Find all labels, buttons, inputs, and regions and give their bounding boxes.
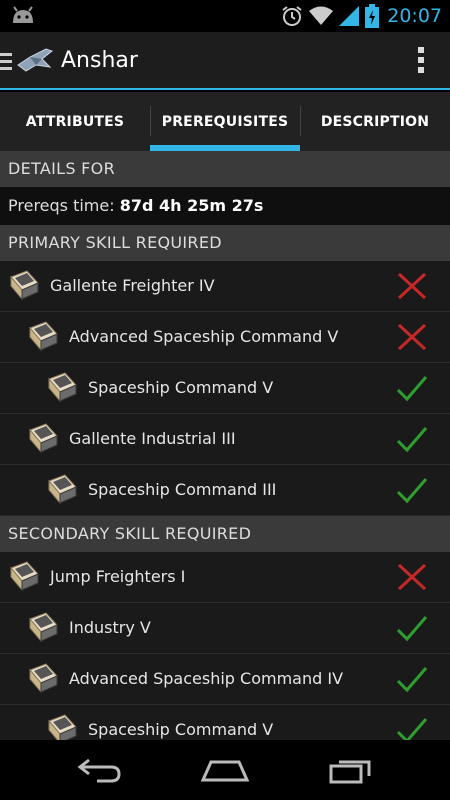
skill-row[interactable]: Advanced Spaceship Command V [0,312,450,363]
skill-name: Gallente Industrial III [69,429,236,448]
skill-row[interactable]: Spaceship Command V [0,363,450,414]
skill-row[interactable]: Industry V [0,603,450,654]
skill-name: Jump Freighters I [50,567,186,586]
wifi-icon [309,6,334,25]
skill-row[interactable]: Advanced Spaceship Command IV [0,654,450,705]
prereqs-time-label: Prereqs time: [8,196,115,215]
skill-name: Industry V [69,618,151,637]
secondary-skill-list: Jump Freighters I Industry V Advanced Spac… [0,552,450,740]
skill-book-icon [46,713,78,740]
overflow-menu-icon[interactable] [418,47,426,75]
skill-name: Spaceship Command V [88,720,274,739]
prereqs-time-row: Prereqs time: 87d 4h 25m 27s [0,187,450,225]
tab-description[interactable]: DESCRIPTION [300,92,450,151]
alarm-icon [282,6,302,26]
skill-book-icon [27,662,59,698]
skill-name: Spaceship Command III [88,480,277,499]
skill-name: Advanced Spaceship Command V [69,327,339,346]
skill-row[interactable]: Spaceship Command V [0,705,450,740]
skill-book-icon [27,611,59,647]
home-icon[interactable] [201,756,249,784]
check-icon [396,664,428,694]
skill-row[interactable]: Spaceship Command III [0,465,450,516]
details-header: DETAILS FOR [0,151,450,187]
skill-row[interactable]: Gallente Industrial III [0,414,450,465]
check-icon [396,373,428,403]
primary-skill-list: Gallente Freighter IV Advanced Spaceship … [0,261,450,516]
skill-name: Spaceship Command V [88,378,274,397]
prereqs-time-value: 87d 4h 25m 27s [119,196,264,215]
prerequisites-list[interactable]: DETAILS FOR Prereqs time: 87d 4h 25m 27s… [0,151,450,740]
skill-book-icon [46,371,78,407]
ship-logo-icon[interactable] [16,45,54,75]
cross-icon [396,271,428,301]
check-icon [396,475,428,505]
action-bar: Anshar [0,32,450,90]
signal-icon [339,6,360,26]
skill-book-icon [46,473,78,509]
skill-book-icon [27,320,59,356]
secondary-skill-header: SECONDARY SKILL REQUIRED [0,516,450,552]
skill-name: Advanced Spaceship Command IV [69,669,344,688]
status-bar: 20:07 [0,0,450,32]
tab-prerequisites[interactable]: PREREQUISITES [150,92,300,151]
battery-icon [365,4,380,28]
android-icon [13,6,33,23]
cross-icon [396,562,428,592]
skill-name: Gallente Freighter IV [50,276,215,295]
skill-book-icon [27,422,59,458]
primary-skill-header: PRIMARY SKILL REQUIRED [0,225,450,261]
navigation-bar [0,740,450,800]
tab-bar: ATTRIBUTES PREREQUISITES DESCRIPTION [0,92,450,151]
cross-icon [396,322,428,352]
skill-book-icon [8,560,40,596]
menu-icon[interactable] [0,53,12,71]
app-title: Anshar [61,48,138,73]
check-icon [396,613,428,643]
skill-row[interactable]: Jump Freighters I [0,552,450,603]
back-icon[interactable] [77,756,123,784]
check-icon [396,424,428,454]
skill-book-icon [8,269,40,305]
check-icon [396,715,428,740]
tab-attributes[interactable]: ATTRIBUTES [0,92,150,151]
skill-row[interactable]: Gallente Freighter IV [0,261,450,312]
recent-apps-icon[interactable] [329,756,373,784]
clock: 20:07 [387,5,442,27]
